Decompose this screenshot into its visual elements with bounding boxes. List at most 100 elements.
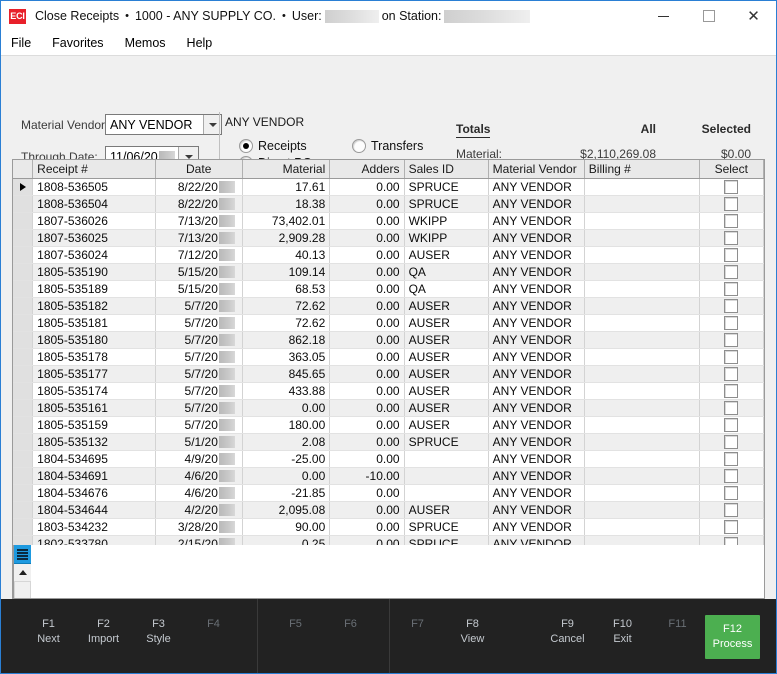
select-checkbox[interactable] <box>724 316 739 330</box>
table-row[interactable]: 1808-536504 8/22/20 18.38 0.00 SPRUCE ANY VEN… <box>13 195 764 213</box>
scrollbar-thumb[interactable] <box>14 581 31 598</box>
row-marker[interactable] <box>13 450 34 468</box>
row-marker[interactable] <box>13 535 34 545</box>
fkey-f1-next[interactable]: F1 Next <box>21 615 76 649</box>
fkey-f3-style[interactable]: F3 Style <box>131 615 186 649</box>
row-marker[interactable] <box>13 467 34 485</box>
table-row[interactable]: 1807-536026 7/13/20 73,402.01 0.00 WKIPP ANY … <box>13 212 764 230</box>
col-header-select[interactable]: Select <box>699 160 764 179</box>
select-checkbox[interactable] <box>724 197 739 211</box>
select-checkbox[interactable] <box>724 503 739 517</box>
select-checkbox[interactable] <box>724 214 739 228</box>
cell-select[interactable] <box>699 263 764 281</box>
cell-select[interactable] <box>699 178 764 196</box>
table-row[interactable]: 1805-535177 5/7/20 845.65 0.00 AUSER ANY VEND… <box>13 365 764 383</box>
cell-select[interactable] <box>699 535 764 545</box>
cell-select[interactable] <box>699 314 764 332</box>
table-row[interactable]: 1805-535180 5/7/20 862.18 0.00 AUSER ANY VEND… <box>13 331 764 349</box>
row-marker[interactable] <box>13 263 34 281</box>
row-marker[interactable] <box>13 280 34 298</box>
select-checkbox[interactable] <box>724 418 739 432</box>
table-row[interactable]: 1805-535161 5/7/20 0.00 0.00 AUSER ANY VENDOR <box>13 399 764 417</box>
maximize-button[interactable] <box>686 1 731 31</box>
row-marker[interactable] <box>13 399 34 417</box>
table-row[interactable]: 1802-533780 2/15/20 0.25 0.00 SPRUCE ANY VEND… <box>13 535 764 545</box>
grid-menu-button[interactable] <box>14 545 31 564</box>
select-checkbox[interactable] <box>724 469 739 483</box>
col-header-vendor[interactable]: Material Vendor <box>488 160 585 179</box>
table-row[interactable]: 1804-534695 4/9/20 -25.00 0.00 ANY VENDOR <box>13 450 764 468</box>
radio-receipts[interactable]: Receipts <box>239 139 307 153</box>
select-checkbox[interactable] <box>724 401 739 415</box>
select-checkbox[interactable] <box>724 486 739 500</box>
row-marker[interactable] <box>13 229 34 247</box>
row-marker[interactable] <box>13 348 34 366</box>
table-row[interactable]: 1805-535174 5/7/20 433.88 0.00 AUSER ANY VEND… <box>13 382 764 400</box>
row-marker[interactable] <box>13 365 34 383</box>
row-marker[interactable] <box>13 212 34 230</box>
fkey-f2-import[interactable]: F2 Import <box>76 615 131 649</box>
menu-item-memos[interactable]: Memos <box>123 34 176 52</box>
table-row[interactable]: 1805-535182 5/7/20 72.62 0.00 AUSER ANY VENDO… <box>13 297 764 315</box>
table-row[interactable]: 1805-535178 5/7/20 363.05 0.00 AUSER ANY VEND… <box>13 348 764 366</box>
col-header-material[interactable]: Material <box>242 160 331 179</box>
cell-select[interactable] <box>699 297 764 315</box>
menu-item-file[interactable]: File <box>9 34 41 52</box>
cell-select[interactable] <box>699 246 764 264</box>
row-marker[interactable] <box>13 484 34 502</box>
select-checkbox[interactable] <box>724 367 739 381</box>
table-row[interactable]: 1805-535181 5/7/20 72.62 0.00 AUSER ANY VENDO… <box>13 314 764 332</box>
fkey-f8-view[interactable]: F8 View <box>445 615 500 649</box>
select-checkbox[interactable] <box>724 299 739 313</box>
fkey-f10-exit[interactable]: F10 Exit <box>595 615 650 649</box>
select-checkbox[interactable] <box>724 435 739 449</box>
col-header-adders[interactable]: Adders <box>329 160 405 179</box>
scroll-up-button[interactable] <box>14 564 31 581</box>
select-checkbox[interactable] <box>724 333 739 347</box>
cell-select[interactable] <box>699 450 764 468</box>
table-row[interactable]: 1807-536024 7/12/20 40.13 0.00 AUSER ANY VEND… <box>13 246 764 264</box>
row-marker[interactable] <box>13 518 34 536</box>
table-row[interactable]: 1805-535132 5/1/20 2.08 0.00 SPRUCE ANY VENDO… <box>13 433 764 451</box>
row-marker[interactable] <box>13 433 34 451</box>
select-checkbox[interactable] <box>724 248 739 262</box>
table-row[interactable]: 1804-534676 4/6/20 -21.85 0.00 ANY VENDOR <box>13 484 764 502</box>
col-header-receipt[interactable]: Receipt # <box>32 160 156 179</box>
row-marker[interactable] <box>13 416 34 434</box>
cell-select[interactable] <box>699 399 764 417</box>
table-row[interactable]: 1805-535189 5/15/20 68.53 0.00 QA ANY VENDOR <box>13 280 764 298</box>
row-marker[interactable] <box>13 382 34 400</box>
fkey-f12-process[interactable]: F12 Process <box>705 615 760 659</box>
menu-item-favorites[interactable]: Favorites <box>50 34 113 52</box>
select-checkbox[interactable] <box>724 350 739 364</box>
table-row[interactable]: 1805-535190 5/15/20 109.14 0.00 QA ANY VENDOR <box>13 263 764 281</box>
row-marker[interactable] <box>13 331 34 349</box>
select-checkbox[interactable] <box>724 180 739 194</box>
select-checkbox[interactable] <box>724 231 739 245</box>
select-checkbox[interactable] <box>724 384 739 398</box>
grid-vertical-scrollbar[interactable] <box>13 545 31 598</box>
row-marker[interactable] <box>13 314 34 332</box>
row-marker[interactable] <box>13 178 34 196</box>
cell-select[interactable] <box>699 195 764 213</box>
cell-select[interactable] <box>699 484 764 502</box>
select-checkbox[interactable] <box>724 452 739 466</box>
row-marker[interactable] <box>13 297 34 315</box>
cell-select[interactable] <box>699 331 764 349</box>
table-row[interactable]: 1803-534232 3/28/20 90.00 0.00 SPRUCE ANY VEN… <box>13 518 764 536</box>
material-vendor-select[interactable]: ANY VENDOR <box>105 114 222 135</box>
row-marker[interactable] <box>13 501 34 519</box>
cell-select[interactable] <box>699 365 764 383</box>
table-row[interactable]: 1807-536025 7/13/20 2,909.28 0.00 WKIPP ANY V… <box>13 229 764 247</box>
menu-item-help[interactable]: Help <box>185 34 223 52</box>
col-header-date[interactable]: Date <box>155 160 243 179</box>
row-marker[interactable] <box>13 246 34 264</box>
cell-select[interactable] <box>699 280 764 298</box>
fkey-f9-cancel[interactable]: F9 Cancel <box>540 615 595 649</box>
col-header-salesid[interactable]: Sales ID <box>404 160 489 179</box>
cell-select[interactable] <box>699 518 764 536</box>
cell-select[interactable] <box>699 501 764 519</box>
radio-transfers[interactable]: Transfers <box>352 139 423 153</box>
select-checkbox[interactable] <box>724 265 739 279</box>
select-checkbox[interactable] <box>724 282 739 296</box>
